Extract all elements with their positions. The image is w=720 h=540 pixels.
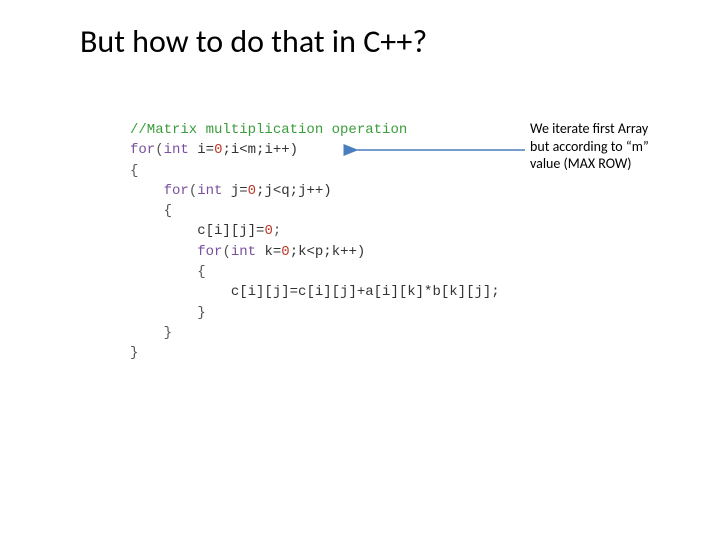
loop3-b: ;k<p;k++) bbox=[290, 244, 366, 260]
code-comment: //Matrix multiplication operation bbox=[130, 122, 407, 138]
brace-open-1: { bbox=[130, 163, 138, 179]
annotation-text: We iterate first Array but according to … bbox=[530, 120, 710, 173]
annotation-line-1: We iterate first Array bbox=[530, 120, 710, 138]
kw-for-2: for bbox=[164, 183, 189, 199]
num0-2: 0 bbox=[248, 183, 256, 199]
kw-for-1: for bbox=[130, 142, 155, 158]
kw-int-2: int bbox=[197, 183, 222, 199]
arrow-icon bbox=[345, 143, 525, 157]
semi-1: ; bbox=[273, 223, 281, 239]
loop3-a: k= bbox=[256, 244, 281, 260]
num0-4: 0 bbox=[281, 244, 289, 260]
loop2-b: ;j<q;j++) bbox=[256, 183, 332, 199]
brace-close-3: } bbox=[197, 305, 205, 321]
brace-close-2: } bbox=[164, 325, 172, 341]
kw-for-3: for bbox=[197, 244, 222, 260]
kw-int-3: int bbox=[231, 244, 256, 260]
kw-int-1: int bbox=[164, 142, 189, 158]
loop1-a: i= bbox=[189, 142, 214, 158]
loop2-a: j= bbox=[222, 183, 247, 199]
slide-title: But how to do that in C++? bbox=[80, 22, 427, 61]
loop1-b: ;i<m;i++) bbox=[222, 142, 298, 158]
stmt-init: c[i][j]= bbox=[197, 223, 264, 239]
annotation-line-2: but according to “m” bbox=[530, 138, 710, 156]
brace-close-1: } bbox=[130, 345, 138, 361]
num0-3: 0 bbox=[264, 223, 272, 239]
stmt-main: c[i][j]=c[i][j]+a[i][k]*b[k][j]; bbox=[231, 284, 500, 300]
brace-open-2: { bbox=[164, 203, 172, 219]
annotation-line-3: value (MAX ROW) bbox=[530, 155, 710, 173]
brace-open-3: { bbox=[197, 264, 205, 280]
